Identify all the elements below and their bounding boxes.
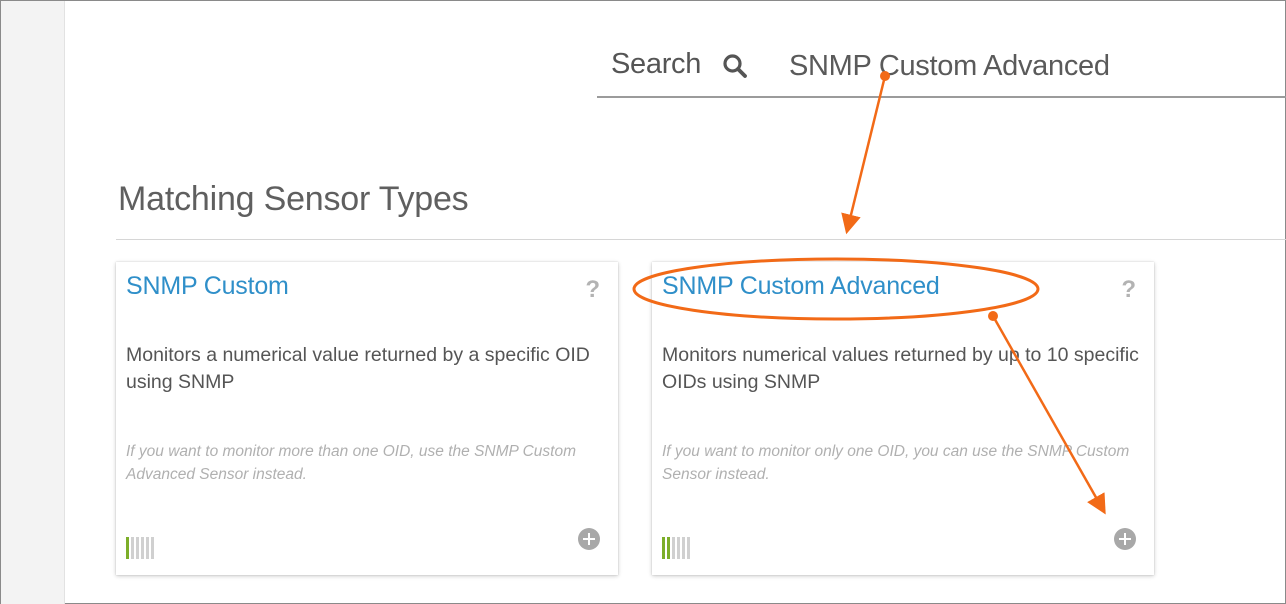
level-segment	[141, 537, 144, 559]
left-sidebar	[1, 1, 65, 604]
performance-level-bar	[662, 537, 722, 559]
card-note: If you want to monitor only one OID, you…	[662, 443, 1130, 483]
card-description: Monitors numerical values returned by up…	[662, 344, 1139, 393]
section-title: Matching Sensor Types	[118, 180, 469, 218]
level-segment	[677, 537, 680, 559]
card-title[interactable]: SNMP Custom Advanced	[662, 272, 940, 301]
level-segment	[151, 537, 154, 559]
level-segment	[672, 537, 675, 559]
help-icon[interactable]: ?	[1121, 276, 1136, 304]
card-note: If you want to monitor more than one OID…	[126, 443, 576, 483]
level-segment	[131, 537, 134, 559]
level-segment	[136, 537, 139, 559]
search-bar: Search	[597, 40, 1286, 98]
level-segment	[126, 537, 129, 559]
search-label: Search	[611, 48, 702, 80]
search-icon[interactable]	[722, 53, 748, 79]
section-divider	[116, 239, 1286, 240]
add-sensor-icon[interactable]	[578, 528, 600, 550]
sensor-card-snmp-custom[interactable]: SNMP Custom ? Monitors a numerical value…	[116, 262, 618, 575]
level-segment	[682, 537, 685, 559]
search-input[interactable]	[789, 46, 1269, 86]
level-segment	[667, 537, 670, 559]
level-segment	[687, 537, 690, 559]
level-segment	[146, 537, 149, 559]
level-segment	[662, 537, 665, 559]
sensor-card-snmp-custom-advanced[interactable]: SNMP Custom Advanced ? Monitors numerica…	[652, 262, 1154, 575]
add-sensor-icon[interactable]	[1114, 528, 1136, 550]
help-icon[interactable]: ?	[585, 276, 600, 304]
performance-level-bar	[126, 537, 186, 559]
card-description: Monitors a numerical value returned by a…	[126, 344, 590, 393]
card-title[interactable]: SNMP Custom	[126, 272, 289, 301]
